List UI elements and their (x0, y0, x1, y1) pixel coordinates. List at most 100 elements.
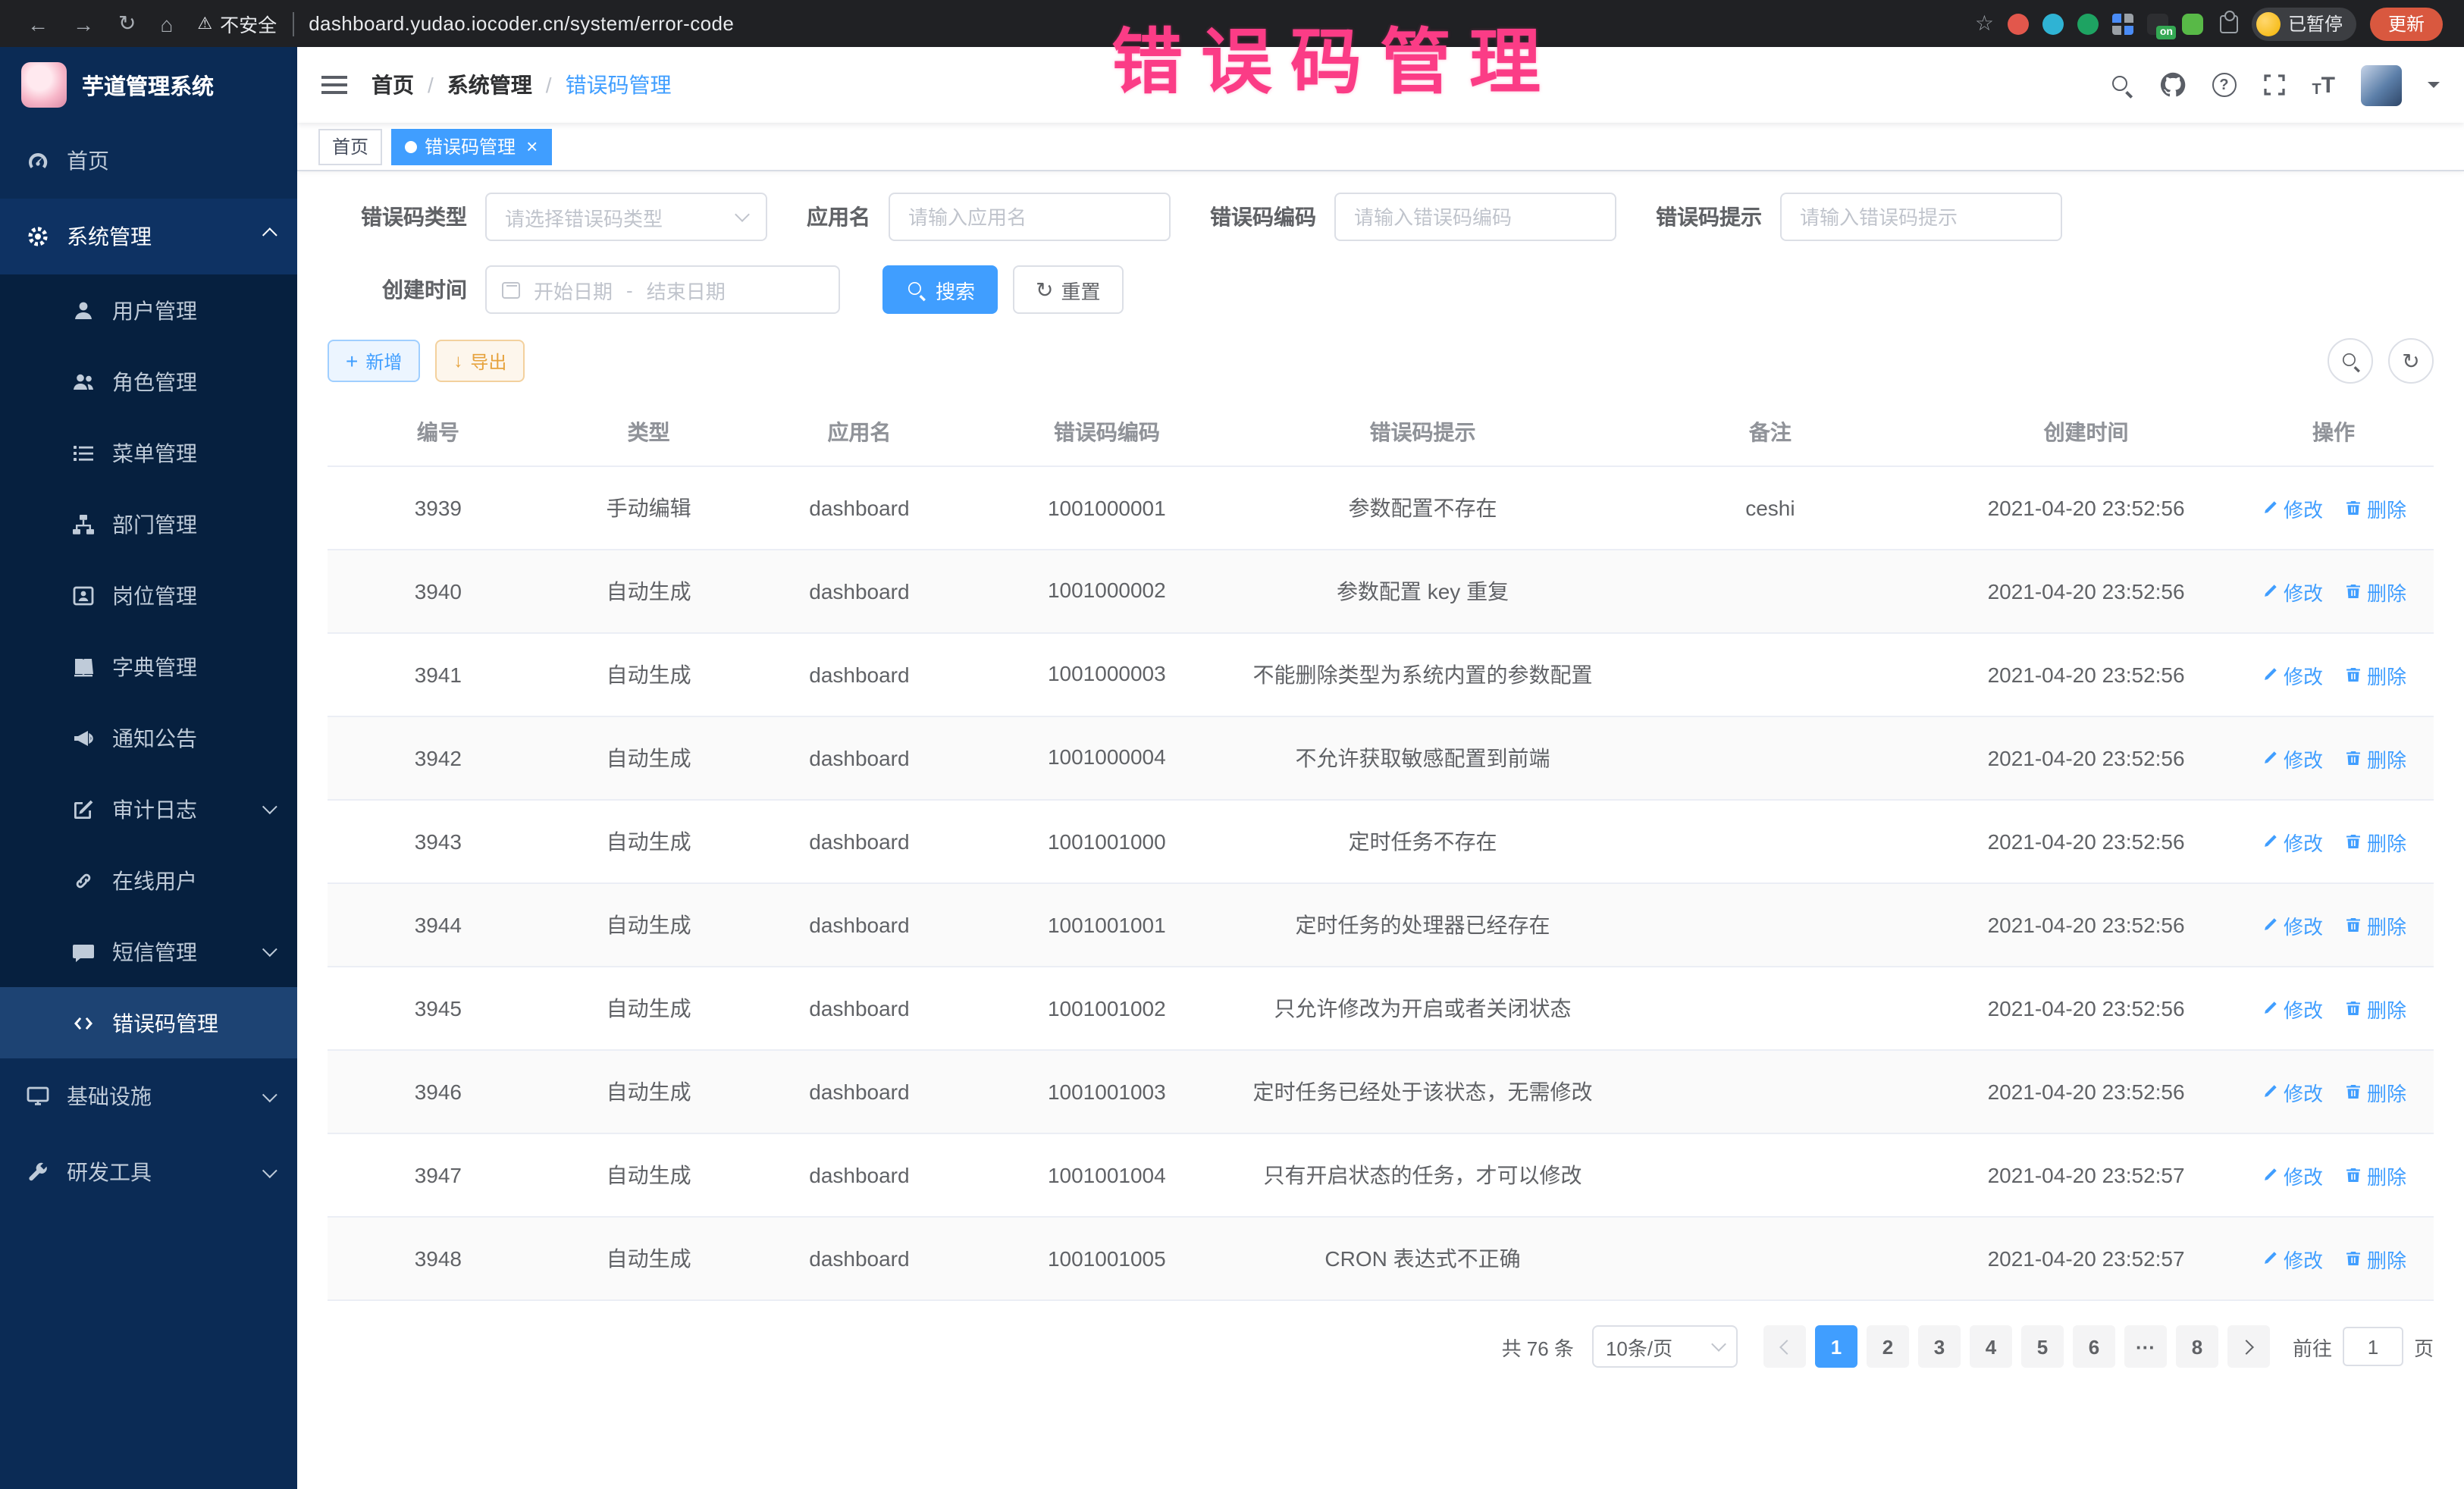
sidebar-item-user[interactable]: 用户管理 (0, 274, 297, 346)
security-indicator[interactable]: ⚠ 不安全 (197, 9, 277, 38)
bookmark-star-icon[interactable]: ☆ (1975, 11, 1994, 36)
font-size-icon[interactable] (2312, 72, 2335, 98)
table-cell-ops: 修改删除 (2234, 466, 2434, 550)
divider (292, 11, 293, 36)
error-code-input[interactable] (1334, 193, 1616, 241)
table-cell: 1001001001 (970, 883, 1243, 967)
delete-link[interactable]: 删除 (2344, 494, 2406, 522)
update-button[interactable]: 更新 (2370, 7, 2443, 40)
table-cell: 1001001002 (970, 967, 1243, 1050)
edit-link[interactable]: 修改 (2261, 911, 2323, 939)
sidebar-item-badge[interactable]: 岗位管理 (0, 560, 297, 631)
delete-link[interactable]: 删除 (2344, 827, 2406, 856)
error-hint-input[interactable] (1780, 193, 2062, 241)
back-icon[interactable]: ← (27, 11, 49, 36)
more-pages-button[interactable]: ··· (2124, 1325, 2167, 1368)
delete-link[interactable]: 删除 (2344, 660, 2406, 689)
url-text[interactable]: dashboard.yudao.iocoder.cn/system/error-… (309, 12, 734, 35)
breadcrumb-item[interactable]: 首页 (371, 70, 414, 100)
app-name-input[interactable] (889, 193, 1171, 241)
export-button[interactable]: ↓ 导出 (435, 340, 525, 382)
goto-page: 前往 页 (2293, 1327, 2434, 1366)
tab-错误码管理[interactable]: 错误码管理× (391, 128, 551, 165)
search-button[interactable]: 搜索 (882, 265, 998, 314)
extension-icon-leaf[interactable] (2182, 13, 2203, 34)
tab-close-icon[interactable]: × (526, 136, 538, 156)
chevron-right-icon (2239, 1339, 2254, 1354)
extension-icon-green[interactable] (2077, 13, 2099, 34)
extensions-puzzle-icon[interactable] (2220, 14, 2238, 33)
sidebar-item-code[interactable]: 错误码管理 (0, 987, 297, 1058)
page-button-6[interactable]: 6 (2073, 1325, 2115, 1368)
edit-link[interactable]: 修改 (2261, 1161, 2323, 1190)
edit-link[interactable]: 修改 (2261, 1077, 2323, 1106)
edit-link[interactable]: 修改 (2261, 994, 2323, 1023)
error-type-select[interactable]: 请选择错误码类型 (485, 193, 767, 241)
page-button-2[interactable]: 2 (1867, 1325, 1909, 1368)
delete-link[interactable]: 删除 (2344, 994, 2406, 1023)
prev-page-button[interactable] (1763, 1325, 1806, 1368)
fullscreen-icon[interactable] (2262, 73, 2286, 97)
page-button-4[interactable]: 4 (1970, 1325, 2012, 1368)
edit-link[interactable]: 修改 (2261, 660, 2323, 689)
next-page-button[interactable] (2227, 1325, 2270, 1368)
edit-link[interactable]: 修改 (2261, 577, 2323, 606)
sidebar-item-online[interactable]: 在线用户 (0, 845, 297, 916)
table-cell (1602, 633, 1939, 716)
extension-icon-blue[interactable] (2042, 13, 2064, 34)
hamburger-icon[interactable] (321, 83, 347, 86)
help-icon[interactable] (2212, 73, 2236, 97)
breadcrumb-separator: / (428, 73, 434, 97)
edit-link[interactable]: 修改 (2261, 744, 2323, 773)
profile-chip[interactable]: 已暂停 (2252, 7, 2356, 40)
page-size-select[interactable]: 10条/页 (1592, 1325, 1738, 1368)
extension-icon-red[interactable] (2008, 13, 2029, 34)
reload-icon[interactable]: ↻ (118, 11, 136, 36)
page-button-5[interactable]: 5 (2021, 1325, 2064, 1368)
sidebar-item-audit[interactable]: 审计日志 (0, 773, 297, 845)
sidebar-item-dashboard[interactable]: 首页 (0, 123, 297, 199)
refresh-table-button[interactable]: ↻ (2388, 338, 2434, 384)
user-avatar[interactable] (2361, 64, 2402, 105)
sidebar-item-tree[interactable]: 部门管理 (0, 488, 297, 560)
search-icon[interactable] (2110, 74, 2133, 96)
extension-icon-grid[interactable] (2112, 13, 2133, 34)
forward-icon[interactable]: → (73, 11, 94, 36)
delete-link[interactable]: 删除 (2344, 1244, 2406, 1273)
sidebar-item-list[interactable]: 菜单管理 (0, 417, 297, 488)
sidebar-item-gear[interactable]: 系统管理 (0, 199, 297, 274)
page-button-1[interactable]: 1 (1815, 1325, 1857, 1368)
add-button[interactable]: + 新增 (328, 340, 420, 382)
edit-link[interactable]: 修改 (2261, 1244, 2323, 1273)
breadcrumb-item[interactable]: 系统管理 (447, 70, 532, 100)
reset-button[interactable]: ↻ 重置 (1013, 265, 1124, 314)
page-button-8[interactable]: 8 (2176, 1325, 2218, 1368)
sidebar-item-megaphone[interactable]: 通知公告 (0, 702, 297, 773)
home-icon[interactable]: ⌂ (160, 11, 173, 36)
app-logo[interactable]: 芋道管理系统 (0, 47, 297, 123)
page-button-3[interactable]: 3 (1918, 1325, 1961, 1368)
extension-icon-dark[interactable]: on (2147, 13, 2168, 34)
delete-link[interactable]: 删除 (2344, 744, 2406, 773)
create-time-range[interactable]: 开始日期 - 结束日期 (485, 265, 840, 314)
sidebar-item-book[interactable]: 字典管理 (0, 631, 297, 702)
edit-link[interactable]: 修改 (2261, 827, 2323, 856)
delete-link[interactable]: 删除 (2344, 577, 2406, 606)
goto-page-input[interactable] (2343, 1327, 2403, 1366)
tab-首页[interactable]: 首页 (318, 128, 382, 165)
toggle-search-button[interactable] (2328, 338, 2373, 384)
edit-link[interactable]: 修改 (2261, 494, 2323, 522)
sidebar-item-tools[interactable]: 研发工具 (0, 1134, 297, 1210)
sidebar-item-label: 研发工具 (67, 1157, 152, 1187)
sidebar-item-users[interactable]: 角色管理 (0, 346, 297, 417)
table-cell-ops: 修改删除 (2234, 1217, 2434, 1300)
delete-link[interactable]: 删除 (2344, 1077, 2406, 1106)
app-shell: 芋道管理系统 首页系统管理用户管理角色管理菜单管理部门管理岗位管理字典管理通知公… (0, 47, 2464, 1489)
delete-link[interactable]: 删除 (2344, 911, 2406, 939)
github-icon[interactable] (2158, 71, 2186, 99)
chevron-down-icon[interactable] (2428, 82, 2440, 94)
table-cell: 自动生成 (549, 1217, 749, 1300)
sidebar-item-sms[interactable]: 短信管理 (0, 916, 297, 987)
delete-link[interactable]: 删除 (2344, 1161, 2406, 1190)
sidebar-item-infra[interactable]: 基础设施 (0, 1058, 297, 1134)
